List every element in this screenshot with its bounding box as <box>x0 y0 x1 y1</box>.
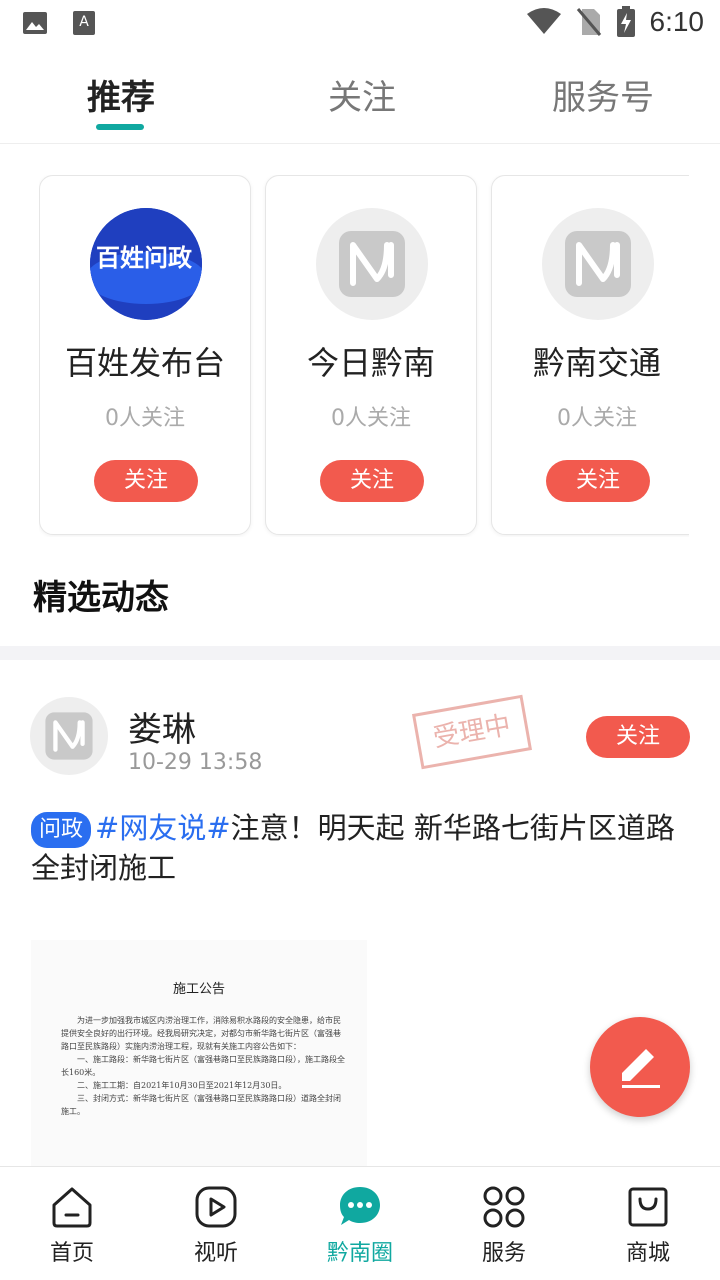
follower-count: 0人关注 <box>557 406 637 431</box>
nav-label: 首页 <box>49 1241 94 1266</box>
notice-paragraph: 为进一步加强我市城区内涝治理工作，消除易积水路段的安全隐患，给市民提供安全良好的… <box>61 1016 341 1051</box>
nav-label: 视听 <box>193 1241 238 1266</box>
nav-audio-video[interactable]: 视听 <box>144 1167 288 1280</box>
post-author-name[interactable]: 娄琳 <box>128 702 196 751</box>
follow-button[interactable]: 关注 <box>94 460 198 502</box>
no-sim-icon <box>576 8 601 36</box>
grid-icon <box>483 1186 525 1228</box>
post-content[interactable]: 问政 #网友说#注意！明天起 新华路七街片区道路全封闭施工 <box>31 808 695 888</box>
svg-text:百姓问政: 百姓问政 <box>96 244 192 272</box>
nav-services[interactable]: 服务 <box>432 1167 576 1280</box>
tab-recommend[interactable]: 推荐 <box>87 70 155 119</box>
default-logo-icon <box>565 231 631 297</box>
notice-body: 为进一步加强我市城区内涝治理工作，消除易积水路段的安全隐患，给市民提供安全良好的… <box>61 1014 345 1118</box>
nav-label: 商城 <box>625 1241 670 1266</box>
follower-count: 0人关注 <box>331 406 411 431</box>
notice-paragraph: 二、施工工期：自2021年10月30日至2021年12月30日。 <box>77 1081 287 1090</box>
section-divider <box>0 646 720 660</box>
bottom-navigation: 首页 视听 黔南圈 服务 商城 <box>0 1166 720 1280</box>
default-logo-icon <box>339 231 405 297</box>
nav-mall[interactable]: 商城 <box>576 1167 720 1280</box>
top-tab-bar: 推荐 关注 服务号 <box>0 56 720 144</box>
recommend-accounts-carousel[interactable]: 百姓问政 百姓发布台 0人关注 关注 今日黔南 0人关注 关注 黔南交通 0人关… <box>39 175 689 537</box>
avatar <box>316 208 428 320</box>
shopping-bag-icon <box>628 1187 668 1227</box>
nav-home[interactable]: 首页 <box>0 1167 144 1280</box>
account-name: 今日黔南 <box>306 344 435 382</box>
follower-count: 0人关注 <box>105 406 185 431</box>
active-tab-indicator <box>96 124 144 130</box>
clock: 6:10 <box>649 6 705 37</box>
battery-charging-icon <box>616 6 635 37</box>
wifi-icon <box>526 8 561 34</box>
status-bar: A 6:10 <box>0 0 720 50</box>
follow-author-button[interactable]: 关注 <box>586 716 690 758</box>
post-author-avatar[interactable] <box>30 697 108 775</box>
section-title: 精选动态 <box>33 578 169 618</box>
nav-label: 服务 <box>481 1241 526 1266</box>
default-logo-icon <box>45 712 93 760</box>
edit-pencil-icon <box>622 1049 660 1088</box>
tab-service-accounts[interactable]: 服务号 <box>552 70 654 119</box>
account-card[interactable]: 百姓问政 百姓发布台 0人关注 关注 <box>39 175 251 535</box>
notice-title: 施工公告 <box>172 982 225 997</box>
tab-following[interactable]: 关注 <box>328 70 396 119</box>
image-notification-icon <box>23 12 47 34</box>
svg-text:A: A <box>79 14 89 30</box>
post-timestamp: 10-29 13:58 <box>128 750 263 775</box>
post-image[interactable]: 施工公告 为进一步加强我市城区内涝治理工作，消除易积水路段的安全隐患，给市民提供… <box>31 940 367 1170</box>
play-icon <box>195 1186 237 1228</box>
baixing-wenzheng-logo: 百姓问政 <box>90 208 202 320</box>
account-card[interactable]: 黔南交通 0人关注 关注 <box>491 175 689 535</box>
category-badge: 问政 <box>31 812 92 848</box>
account-name: 百姓发布台 <box>64 344 225 382</box>
notice-paragraph: 三、封闭方式：新华路七街片区（富强巷路口至民族路路口段）道路全封闭施工。 <box>61 1094 341 1116</box>
status-stamp: 受理中 <box>411 694 533 770</box>
chat-bubble-icon <box>340 1187 380 1225</box>
avatar <box>542 208 654 320</box>
follow-button[interactable]: 关注 <box>546 460 650 502</box>
notice-paragraph: 一、施工路段：新华路七街片区（富强巷路口至民族路路口段），施工路段全长160米。 <box>61 1055 345 1077</box>
avatar: 百姓问政 <box>90 208 202 320</box>
text-notification-icon: A <box>73 11 95 35</box>
compose-post-button[interactable] <box>590 1017 690 1117</box>
home-icon <box>52 1187 92 1228</box>
account-name: 黔南交通 <box>532 344 661 382</box>
follow-button[interactable]: 关注 <box>320 460 424 502</box>
account-card[interactable]: 今日黔南 0人关注 关注 <box>265 175 477 535</box>
hashtag-link[interactable]: #网友说# <box>95 811 231 845</box>
nav-label: 黔南圈 <box>326 1241 393 1266</box>
nav-qiannan-circle[interactable]: 黔南圈 <box>288 1167 432 1280</box>
